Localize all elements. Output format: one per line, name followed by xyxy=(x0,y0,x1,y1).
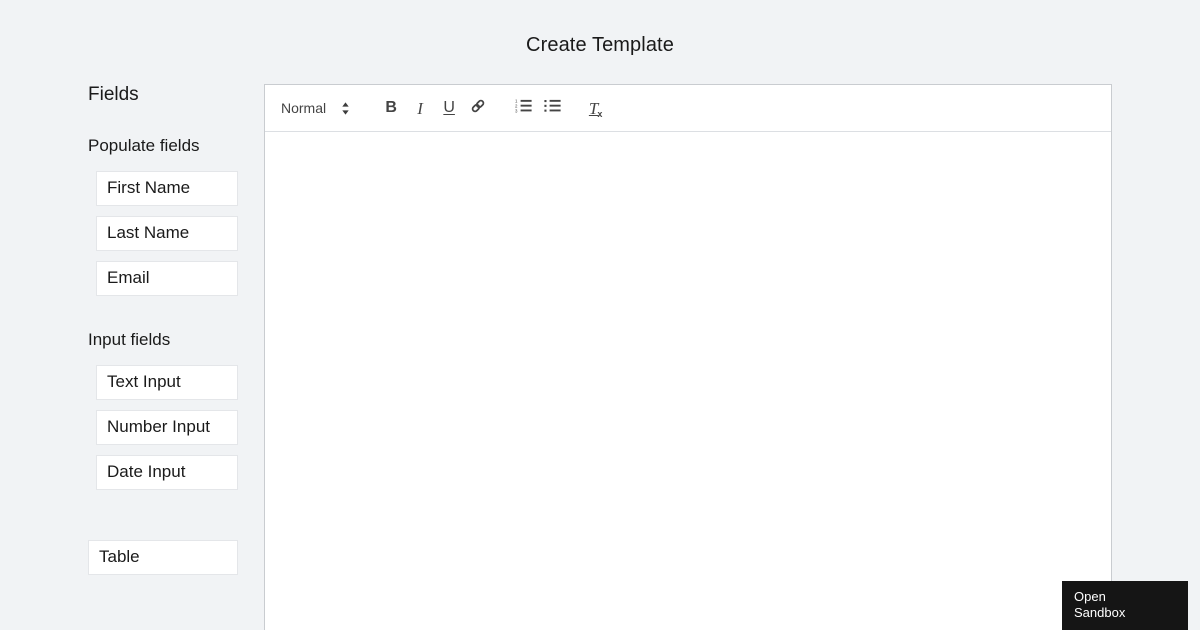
bold-icon: B xyxy=(385,99,397,116)
group-heading-populate-fields: Populate fields xyxy=(88,136,200,155)
bullet-list-button[interactable] xyxy=(538,96,566,120)
extra-fields-list: Table xyxy=(0,540,264,575)
clear-formatting-button[interactable]: Tx xyxy=(582,96,610,120)
open-sandbox-badge[interactable]: Open Sandbox xyxy=(1062,581,1188,630)
field-chip-last-name[interactable]: Last Name xyxy=(96,216,238,251)
input-fields-list: Text Input Number Input Date Input xyxy=(0,365,264,490)
underline-icon: U xyxy=(443,99,455,116)
app-body: Fields Populate fields First Name Last N… xyxy=(0,84,1200,630)
rich-text-editor: Normal B I U 1 2 3 Tx xyxy=(264,84,1112,630)
format-picker[interactable]: Normal xyxy=(281,100,351,116)
link-button[interactable] xyxy=(464,96,492,120)
sidebar-heading: Fields xyxy=(88,84,139,105)
editor-content-area[interactable] xyxy=(265,132,1111,630)
bullet-list-icon xyxy=(544,98,561,118)
italic-button[interactable]: I xyxy=(406,96,434,120)
field-chip-table[interactable]: Table xyxy=(88,540,238,575)
open-sandbox-line2: Sandbox xyxy=(1074,605,1126,620)
field-chip-date-input[interactable]: Date Input xyxy=(96,455,238,490)
field-chip-email[interactable]: Email xyxy=(96,261,238,296)
field-chip-text-input[interactable]: Text Input xyxy=(96,365,238,400)
svg-text:3: 3 xyxy=(515,108,518,113)
underline-button[interactable]: U xyxy=(435,96,463,120)
editor-toolbar: Normal B I U 1 2 3 Tx xyxy=(265,85,1111,132)
clear-formatting-icon: Tx xyxy=(588,98,603,119)
ordered-list-icon: 1 2 3 xyxy=(515,98,532,118)
fields-sidebar: Fields Populate fields First Name Last N… xyxy=(0,84,264,630)
ordered-list-button[interactable]: 1 2 3 xyxy=(509,96,537,120)
populate-fields-list: First Name Last Name Email xyxy=(0,171,264,296)
bold-button[interactable]: B xyxy=(377,96,405,120)
open-sandbox-line1: Open xyxy=(1074,589,1106,604)
field-chip-first-name[interactable]: First Name xyxy=(96,171,238,206)
format-picker-value: Normal xyxy=(281,100,327,116)
link-icon xyxy=(470,98,486,119)
page-title: Create Template xyxy=(526,34,674,56)
group-heading-input-fields: Input fields xyxy=(88,330,171,349)
chevron-up-down-icon xyxy=(340,101,351,116)
field-chip-number-input[interactable]: Number Input xyxy=(96,410,238,445)
italic-icon: I xyxy=(417,98,423,118)
